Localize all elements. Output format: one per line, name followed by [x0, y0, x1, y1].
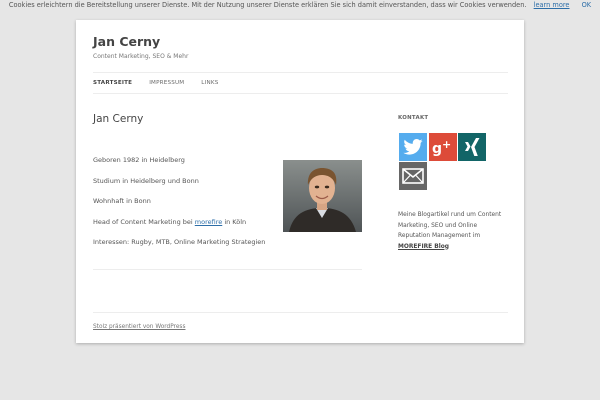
mail-button[interactable]	[399, 162, 427, 190]
bio-list: Geboren 1982 in Heidelberg Studium in He…	[93, 156, 265, 259]
xing-button[interactable]	[458, 133, 486, 161]
site-description: Content Marketing, SEO & Mehr	[93, 53, 189, 60]
bio-interests: Interessen: Rugby, MTB, Online Marketing…	[93, 238, 266, 247]
site-title[interactable]: Jan Cerny	[93, 34, 160, 49]
cookie-notice-text: Cookies erleichtern die Bereitstellung u…	[8, 1, 527, 9]
bio-residence: Wohnhaft in Bonn	[93, 197, 151, 206]
svg-text:g: g	[432, 141, 442, 156]
google-plus-button[interactable]: g +	[429, 133, 457, 161]
main-navigation: STARTSEITE IMPRESSUM LINKS	[93, 72, 508, 94]
contact-widget-title: KONTAKT	[398, 115, 429, 121]
google-plus-icon: g +	[432, 138, 451, 156]
cookie-ok-button[interactable]: OK	[582, 1, 592, 9]
twitter-button[interactable]	[399, 133, 427, 161]
svg-text:+: +	[442, 138, 451, 151]
learn-more-link[interactable]: learn more	[534, 1, 570, 9]
bio-born: Geboren 1982 in Heidelberg	[93, 156, 185, 164]
bio-studies: Studium in Heidelberg und Bonn	[93, 176, 199, 185]
page-title: Jan Cerny	[93, 113, 144, 125]
nav-item-links[interactable]: LINKS	[201, 80, 218, 86]
twitter-icon	[403, 139, 423, 155]
wordpress-credit-link[interactable]: Stolz präsentiert von WordPress	[93, 324, 185, 330]
content-divider	[93, 269, 362, 270]
morefire-blog-link[interactable]: MOREFIRE Blog	[398, 244, 449, 250]
cookie-bar: Cookies erleichtern die Bereitstellung u…	[0, 0, 600, 10]
xing-icon	[465, 138, 480, 156]
nav-item-startseite[interactable]: STARTSEITE	[93, 80, 132, 86]
bio-job-prefix: Head of Content Marketing bei	[93, 217, 195, 226]
nav-item-impressum[interactable]: IMPRESSUM	[149, 80, 184, 86]
portrait-photo	[283, 160, 362, 232]
blog-info-prefix: Meine Blogartikel rund um Content Market…	[398, 212, 502, 239]
morefire-link[interactable]: morefire	[195, 218, 222, 226]
mail-icon	[402, 168, 424, 184]
page-container: Jan Cerny Content Marketing, SEO & Mehr …	[76, 20, 524, 343]
bio-job: Head of Content Marketing bei morefire i…	[93, 218, 265, 239]
footer-divider	[93, 312, 508, 313]
bio-job-suffix: in Köln	[222, 217, 247, 226]
blog-info-text: Meine Blogartikel rund um Content Market…	[398, 210, 508, 252]
